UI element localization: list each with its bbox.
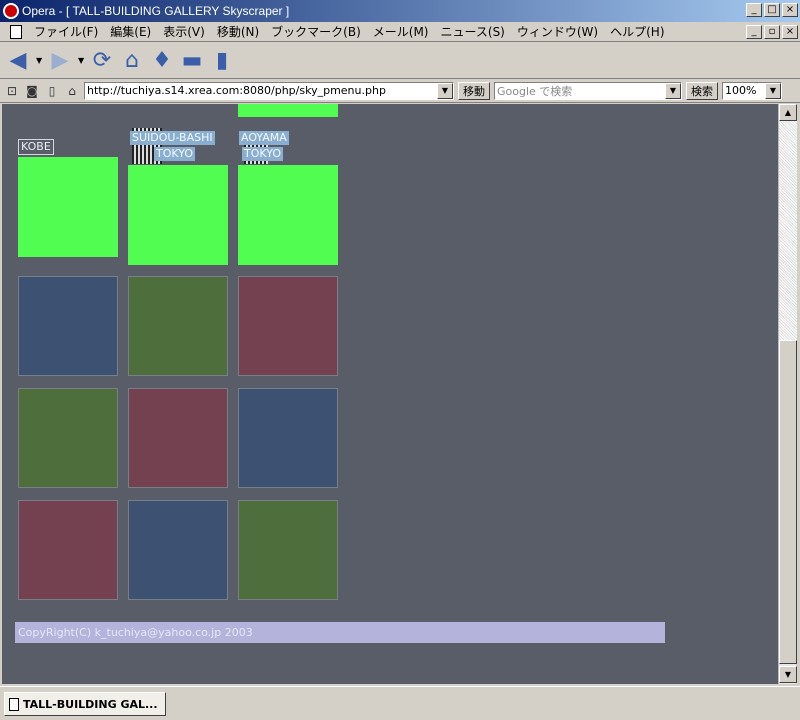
back-icon[interactable]: ◀ — [6, 48, 30, 73]
document-icon[interactable] — [10, 24, 22, 39]
user-icon[interactable]: ⌂ — [64, 83, 80, 99]
zoom-select[interactable]: 100% ▼ — [722, 81, 782, 100]
label-aoyama-tokyo[interactable]: TOKYO — [242, 147, 283, 161]
gallery-tile[interactable] — [238, 104, 338, 117]
gallery-tile[interactable] — [238, 388, 338, 488]
page-icon[interactable]: ▮ — [210, 48, 234, 73]
menu-bar: ファイル(F) 編集(E) 表示(V) 移動(N) ブックマーク(B) メール(… — [0, 22, 800, 42]
menu-help[interactable]: ヘルプ(H) — [604, 23, 670, 40]
gallery-tile[interactable] — [18, 500, 118, 600]
go-button[interactable]: 移動 — [458, 81, 490, 100]
search-input[interactable]: Google で検索 ▼ — [494, 81, 682, 100]
menu-mail[interactable]: メール(M) — [367, 23, 435, 40]
tab-tall-building-gallery[interactable]: TALL-BUILDING GAL... — [4, 692, 166, 716]
label-suidou-tokyo[interactable]: TOKYO — [154, 147, 195, 161]
hotlist-icon[interactable]: ♦ — [150, 48, 174, 73]
page-icon — [9, 697, 19, 711]
title-bar: Opera - [ TALL-BUILDING GALLERY Skyscrap… — [0, 0, 800, 22]
url-input[interactable]: http://tuchiya.s14.xrea.com:8080/php/sky… — [84, 81, 454, 100]
tab-title: TALL-BUILDING GAL... — [23, 697, 158, 711]
maximize-button[interactable]: □ — [764, 3, 780, 17]
print-icon[interactable]: ▬ — [180, 48, 204, 73]
camera-icon[interactable]: ◙ — [24, 83, 40, 99]
window-title: Opera - [ TALL-BUILDING GALLERY Skyscrap… — [22, 4, 290, 18]
copyright-text: CopyRight(C) k_tuchiya@yahoo.co.jp 2003 — [15, 622, 665, 643]
forward-icon[interactable]: ▶ — [48, 48, 72, 73]
url-text: http://tuchiya.s14.xrea.com:8080/php/sky… — [87, 84, 386, 97]
menu-window[interactable]: ウィンドウ(W) — [511, 23, 604, 40]
label-aoyama[interactable]: AOYAMA — [239, 131, 289, 145]
gallery-tile-kobe[interactable] — [18, 157, 118, 257]
menu-view[interactable]: 表示(V) — [157, 23, 211, 40]
gallery-tile-aoyama[interactable] — [238, 165, 338, 265]
mdi-restore-button[interactable]: ▫ — [764, 25, 780, 39]
scroll-track[interactable] — [779, 121, 797, 340]
blank-page-icon[interactable]: ▯ — [44, 83, 60, 99]
close-button[interactable]: × — [782, 3, 798, 17]
gallery-tile[interactable] — [238, 276, 338, 376]
menu-navigate[interactable]: 移動(N) — [211, 23, 265, 40]
zoom-value: 100% — [725, 84, 757, 97]
menu-bookmarks[interactable]: ブックマーク(B) — [265, 23, 367, 40]
page-bar: TALL-BUILDING GAL... — [0, 686, 800, 720]
forward-dropdown-icon[interactable]: ▼ — [78, 56, 84, 65]
search-placeholder: Google で検索 — [497, 84, 573, 98]
scroll-thumb[interactable] — [779, 340, 797, 664]
back-dropdown-icon[interactable]: ▼ — [36, 56, 42, 65]
search-button[interactable]: 検索 — [686, 81, 718, 100]
reload-icon[interactable]: ⟳ — [90, 48, 114, 73]
gallery-tile[interactable] — [128, 500, 228, 600]
search-dropdown-icon[interactable]: ▼ — [665, 82, 681, 99]
toolbar: ◀ ▼ ▶ ▼ ⟳ ⌂ ♦ ▬ ▮ — [0, 43, 800, 79]
address-bar: ⊡ ◙ ▯ ⌂ http://tuchiya.s14.xrea.com:8080… — [0, 79, 800, 103]
scroll-down-icon[interactable]: ▼ — [779, 666, 797, 683]
opera-logo-icon — [3, 3, 19, 19]
label-kobe[interactable]: KOBE — [18, 139, 54, 155]
zoom-dropdown-icon[interactable]: ▼ — [765, 82, 781, 99]
gallery-tile[interactable] — [128, 388, 228, 488]
minimize-button[interactable]: _ — [746, 3, 762, 17]
gallery-tile-suidou-bashi[interactable] — [128, 165, 228, 265]
home-icon[interactable]: ⌂ — [120, 48, 144, 73]
mdi-minimize-button[interactable]: _ — [746, 25, 762, 39]
gallery-tile[interactable] — [18, 388, 118, 488]
menu-file[interactable]: ファイル(F) — [28, 23, 104, 40]
menu-edit[interactable]: 編集(E) — [104, 23, 157, 40]
gallery-tile[interactable] — [128, 276, 228, 376]
label-suidou-bashi[interactable]: SUIDOU-BASHI — [130, 131, 215, 145]
url-dropdown-icon[interactable]: ▼ — [437, 82, 453, 99]
menu-news[interactable]: ニュース(S) — [434, 23, 510, 40]
page-content: KOBE SUIDOU-BASHI TOKYO AOYAMA TOKYO Cop… — [2, 104, 778, 684]
gallery-tile[interactable] — [238, 500, 338, 600]
mdi-close-button[interactable]: × — [782, 25, 798, 39]
security-icon[interactable]: ⊡ — [4, 83, 20, 99]
scroll-up-icon[interactable]: ▲ — [779, 104, 797, 121]
gallery-tile[interactable] — [18, 276, 118, 376]
vertical-scrollbar[interactable]: ▲ ▼ — [778, 104, 797, 684]
